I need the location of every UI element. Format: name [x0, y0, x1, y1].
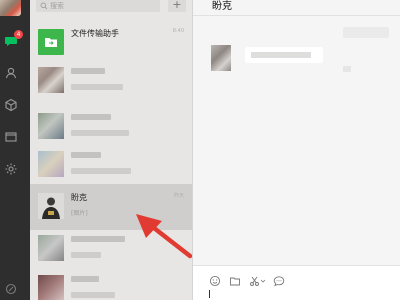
folder-icon[interactable]	[229, 275, 241, 287]
chat-name: 盼克	[71, 193, 87, 202]
file-transfer-avatar	[38, 29, 64, 55]
sidebar: 4	[0, 0, 30, 300]
emoji-icon[interactable]	[209, 275, 221, 287]
chat-time: 8:40	[172, 28, 184, 34]
text-caret	[209, 290, 210, 298]
chat-name	[71, 152, 101, 158]
chat-title: 盼克	[212, 1, 232, 12]
chat-preview	[71, 292, 115, 298]
chat-time: 昨天	[173, 193, 184, 199]
folder-icon[interactable]	[4, 130, 18, 144]
message-input[interactable]	[193, 266, 400, 300]
search-input[interactable]: 搜索	[36, 0, 160, 12]
chat-name	[71, 236, 125, 242]
avatar	[38, 275, 64, 300]
chat-pane: 盼克	[193, 0, 400, 300]
contact-avatar	[38, 193, 64, 219]
avatar	[38, 151, 64, 177]
search-icon	[40, 2, 48, 10]
chat-name	[71, 68, 105, 74]
annotation-arrow-icon	[132, 212, 192, 260]
list-item[interactable]	[30, 142, 192, 188]
message-timestamp	[343, 27, 389, 38]
more-icon[interactable]	[4, 282, 18, 296]
chat-bubble-icon[interactable]	[273, 275, 285, 287]
chat-preview	[71, 84, 123, 90]
unread-badge: 4	[14, 30, 23, 39]
chevron-down-icon[interactable]	[260, 275, 266, 287]
avatar[interactable]	[0, 0, 21, 16]
chat-preview	[71, 252, 101, 258]
search-placeholder: 搜索	[50, 2, 64, 10]
favorites-icon[interactable]	[4, 98, 18, 112]
chat-name	[71, 276, 99, 282]
chat-preview: [图片]	[71, 210, 88, 217]
settings-icon[interactable]	[4, 162, 18, 176]
avatar	[38, 113, 64, 139]
chat-preview	[71, 130, 129, 136]
chat-preview	[71, 168, 131, 174]
list-item[interactable]	[30, 58, 192, 104]
divider	[193, 15, 400, 16]
avatar	[38, 235, 64, 261]
message-bubble	[245, 47, 323, 63]
avatar	[38, 67, 64, 93]
message-status	[343, 66, 351, 72]
chat-list: 搜索 + 文件传输助手 8:40 盼克 [图片] 昨天	[30, 0, 193, 300]
message-avatar	[211, 45, 231, 71]
chat-name: 文件传输助手	[71, 29, 119, 38]
contacts-icon[interactable]	[4, 66, 18, 80]
folder-icon	[45, 38, 57, 47]
list-item[interactable]	[30, 266, 192, 300]
add-chat-button[interactable]: +	[168, 0, 186, 12]
chat-name	[71, 114, 111, 120]
